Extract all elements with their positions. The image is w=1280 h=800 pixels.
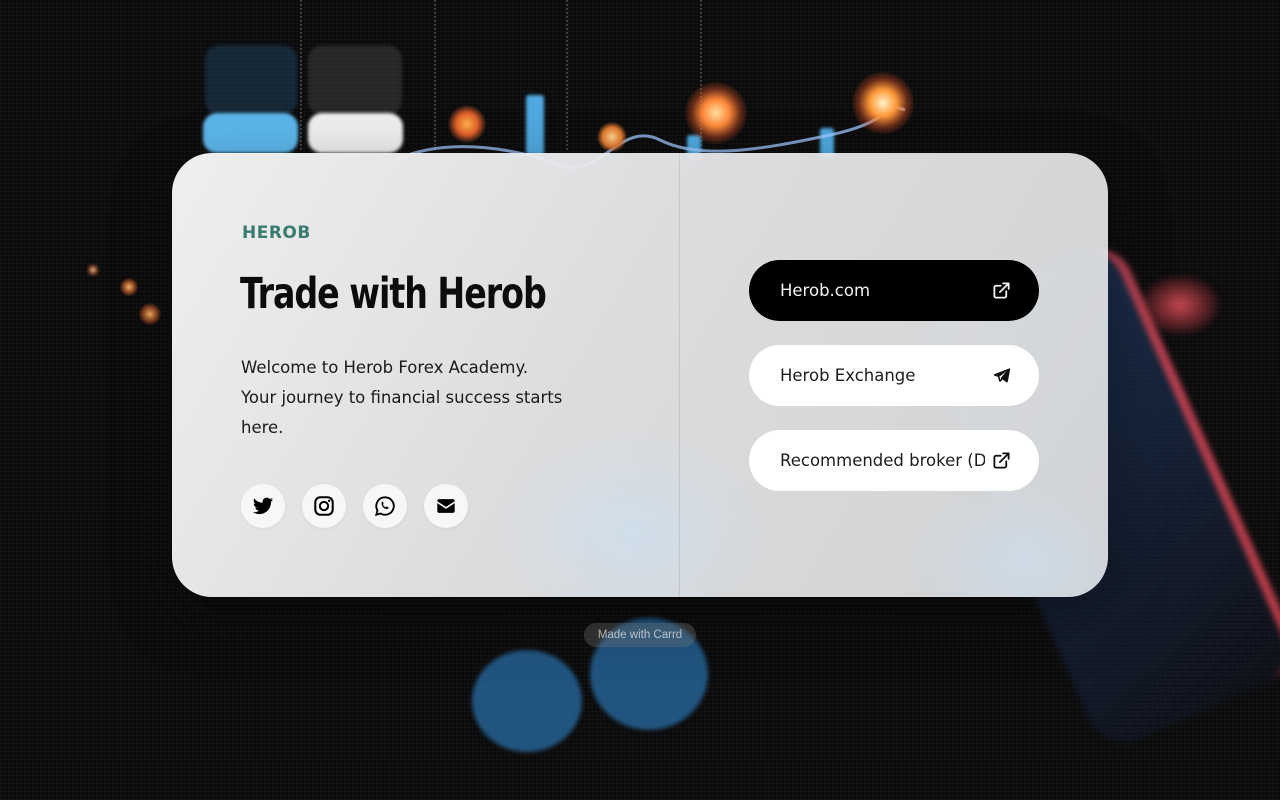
whatsapp-icon (374, 496, 395, 517)
card-highlight (912, 483, 1108, 597)
instagram-icon (314, 496, 334, 516)
external-link-icon (991, 281, 1011, 301)
paper-plane-icon (991, 366, 1011, 386)
recommended-broker-label: Recommended broker (D (780, 451, 985, 470)
welcome-line-2: Your journey to financial success starts… (241, 388, 563, 437)
twitter-icon (252, 497, 274, 515)
link-buttons: Herob.com Herob Exchange Recommended bro… (749, 260, 1039, 491)
glow-particle (597, 122, 627, 152)
email-button[interactable] (424, 484, 468, 528)
recommended-broker-button[interactable]: Recommended broker (D (749, 430, 1039, 491)
welcome-text: Welcome to Herob Forex Academy. Your jou… (241, 353, 591, 443)
welcome-line-1: Welcome to Herob Forex Academy. (241, 358, 529, 377)
external-link-icon (991, 451, 1011, 471)
glow-particle (852, 72, 914, 134)
herob-exchange-button[interactable]: Herob Exchange (749, 345, 1039, 406)
herob-com-label: Herob.com (780, 281, 871, 300)
made-with-carrd-badge[interactable]: Made with Carrd (584, 623, 696, 647)
glow-particle (685, 82, 747, 144)
brand-label: HEROB (242, 223, 311, 243)
whatsapp-button[interactable] (363, 484, 407, 528)
herob-com-button[interactable]: Herob.com (749, 260, 1039, 321)
social-links (241, 484, 468, 528)
page-title: Trade with Herob (240, 269, 547, 319)
glow-particle (120, 278, 138, 296)
instagram-button[interactable] (302, 484, 346, 528)
glow-particle (448, 105, 486, 143)
glow-particle (139, 303, 161, 325)
profile-card: HEROB Trade with Herob Welcome to Herob … (172, 153, 1108, 597)
envelope-icon (437, 499, 455, 513)
glow-particle (86, 263, 100, 277)
card-divider (679, 153, 680, 597)
card-highlight (502, 433, 762, 597)
hand-glow (1140, 275, 1220, 335)
herob-exchange-label: Herob Exchange (780, 366, 916, 385)
bokeh-circle (472, 650, 582, 752)
twitter-button[interactable] (241, 484, 285, 528)
